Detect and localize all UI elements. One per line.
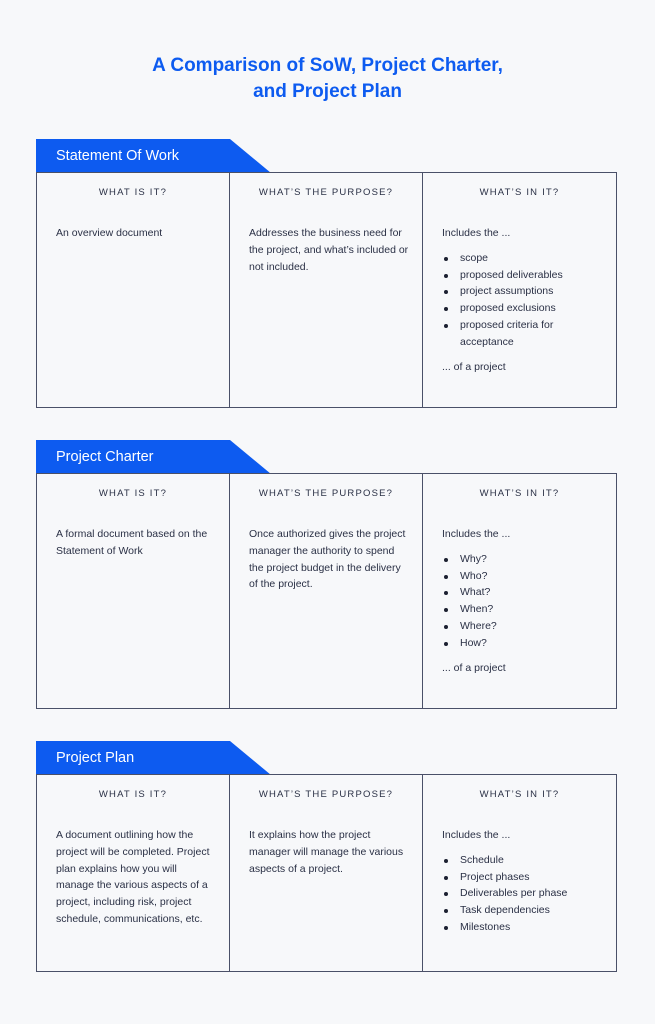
column-header: WHAT IS IT? (98, 187, 168, 198)
contents-list-item: Schedule (442, 852, 604, 869)
column-header: WHAT IS IT? (98, 488, 168, 499)
comparison-table: WHAT IS IT? An overview document WHAT’S … (36, 172, 617, 408)
column-header: WHAT’S THE PURPOSE? (258, 488, 394, 499)
column-header: WHAT’S THE PURPOSE? (258, 789, 394, 800)
contents-suffix: ... of a project (442, 360, 506, 373)
column-purpose: WHAT’S THE PURPOSE? It explains how the … (230, 775, 423, 971)
contents-list-item: scope (442, 250, 604, 267)
contents-list-item: Deliverables per phase (442, 885, 604, 902)
contents-suffix: ... of a project (442, 661, 506, 674)
column-purpose: WHAT’S THE PURPOSE? Once authorized give… (230, 474, 423, 708)
contents-body: Includes the ... scope proposed deliverab… (442, 225, 604, 375)
section-title: Project Charter (56, 449, 154, 465)
contents-intro: Includes the ... (442, 227, 511, 239)
contents-list-item: proposed deliverables (442, 267, 604, 284)
section-tab: Project Charter (36, 440, 271, 474)
contents-list-item: project assumptions (442, 283, 604, 300)
column-contents: WHAT’S IN IT? Includes the ... scope prop… (423, 173, 616, 407)
contents-list-item: Project phases (442, 869, 604, 886)
contents-list-item: Where? (442, 618, 604, 635)
section-title: Statement Of Work (56, 148, 180, 164)
contents-list-item: Who? (442, 568, 604, 585)
page-title: A Comparison of SoW, Project Charter, an… (0, 53, 655, 105)
comparison-table: WHAT IS IT? A document outlining how the… (36, 774, 617, 972)
column-what-is-it: WHAT IS IT? A document outlining how the… (37, 775, 230, 971)
contents-list-item: Why? (442, 551, 604, 568)
column-header: WHAT’S IN IT? (479, 789, 560, 800)
contents-list-item: What? (442, 584, 604, 601)
purpose-text: It explains how the project manager will… (249, 829, 404, 875)
section-tab: Project Plan (36, 741, 271, 775)
section-tab: Statement Of Work (36, 139, 271, 173)
contents-intro: Includes the ... (442, 528, 511, 540)
column-purpose: WHAT’S THE PURPOSE? Addresses the busine… (230, 173, 423, 407)
title-line-2: and Project Plan (253, 81, 402, 102)
column-contents: WHAT’S IN IT? Includes the ... Why? Who? W… (423, 474, 616, 708)
contents-list-item: Task dependencies (442, 902, 604, 919)
column-what-is-it: WHAT IS IT? An overview document (37, 173, 230, 407)
purpose-text: Once authorized gives the project manage… (249, 528, 406, 591)
column-header: WHAT’S IN IT? (479, 187, 560, 198)
contents-body: Includes the ... Why? Who? What? When? Where… (442, 526, 604, 676)
section-title: Project Plan (56, 750, 135, 766)
column-header: WHAT’S IN IT? (479, 488, 560, 499)
column-header: WHAT’S THE PURPOSE? (258, 187, 394, 198)
column-header: WHAT IS IT? (98, 789, 168, 800)
contents-list: Schedule Project phases Deliverables per p… (442, 852, 604, 936)
comparison-table: WHAT IS IT? A formal document based on t… (36, 473, 617, 709)
contents-body: Includes the ... Schedule Project phases D… (442, 827, 604, 944)
contents-list: Why? Who? What? When? Where? How? (442, 551, 604, 652)
title-line-1: A Comparison of SoW, Project Charter, (152, 55, 503, 76)
contents-list-item: proposed exclusions (442, 300, 604, 317)
what-is-it-text: An overview document (56, 227, 163, 239)
contents-list-item: proposed criteria for acceptance (442, 317, 604, 351)
column-what-is-it: WHAT IS IT? A formal document based on t… (37, 474, 230, 708)
contents-list-item: When? (442, 601, 604, 618)
contents-list-item: Milestones (442, 919, 604, 936)
purpose-text: Addresses the business need for the proj… (249, 227, 409, 273)
contents-list: scope proposed deliverables project assump… (442, 250, 604, 351)
column-contents: WHAT’S IN IT? Includes the ... Schedule P… (423, 775, 616, 971)
contents-list-item: How? (442, 635, 604, 652)
what-is-it-text: A document outlining how the project wil… (56, 829, 210, 925)
contents-intro: Includes the ... (442, 829, 511, 841)
what-is-it-text: A formal document based on the Statement… (56, 528, 208, 557)
